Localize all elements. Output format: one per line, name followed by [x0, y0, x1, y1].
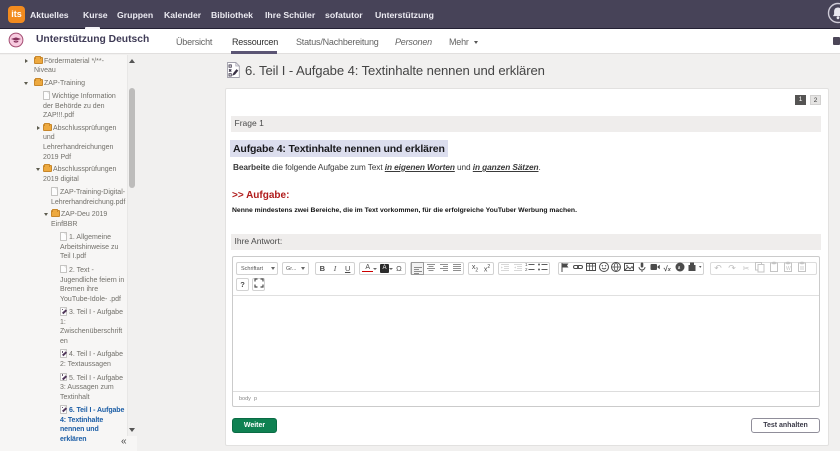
svg-text:W: W — [786, 266, 791, 272]
svg-text:a: a — [678, 265, 681, 271]
svg-text:2: 2 — [525, 267, 528, 272]
